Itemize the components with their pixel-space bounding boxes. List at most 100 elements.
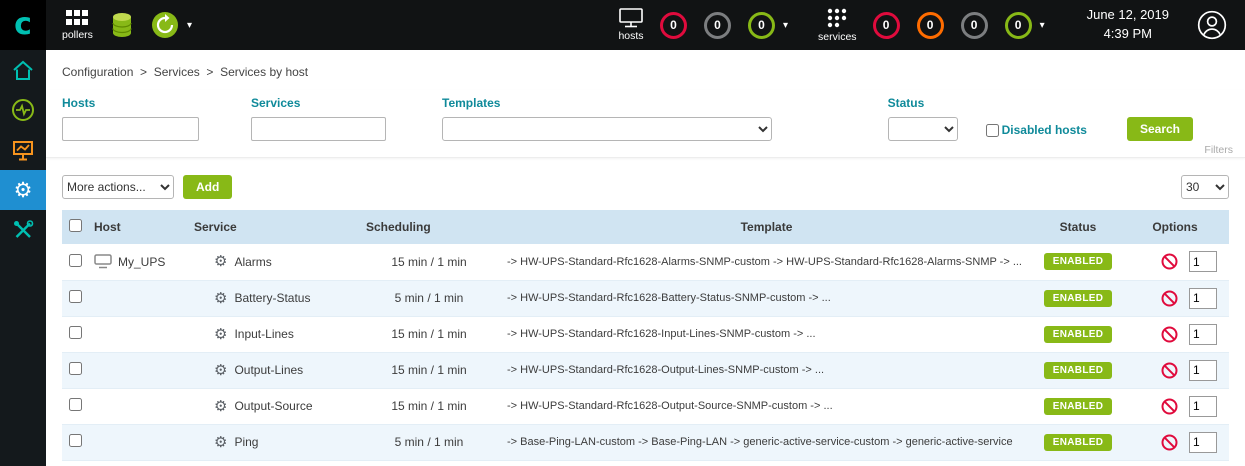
select-all-checkbox[interactable] <box>69 219 82 232</box>
services-unknown-counter[interactable]: 0 <box>961 12 988 39</box>
order-input[interactable] <box>1189 396 1217 417</box>
status-badge: ENABLED <box>1044 362 1112 379</box>
order-input[interactable] <box>1189 251 1217 272</box>
order-input[interactable] <box>1189 324 1217 345</box>
database-status[interactable] <box>111 12 133 38</box>
platform-sync-menu[interactable]: ▾ <box>151 11 192 39</box>
sync-icon <box>151 11 179 39</box>
hosts-up-counter[interactable]: 0 <box>748 12 775 39</box>
status-filter-label: Status <box>888 96 958 110</box>
search-button[interactable]: Search <box>1127 117 1193 141</box>
header-host[interactable]: Host <box>88 210 188 244</box>
service-name[interactable]: Output-Source <box>234 399 312 413</box>
chevron-down-icon[interactable]: ▾ <box>187 20 192 31</box>
table-row: ⚙ Ping 5 min / 1 min -> Base-Ping-LAN-cu… <box>62 424 1229 460</box>
services-warning-counter[interactable]: 0 <box>917 12 944 39</box>
header-status[interactable]: Status <box>1035 210 1121 244</box>
actions-row: More actions... Add 30 <box>46 158 1245 210</box>
services-filter-input[interactable] <box>251 117 386 141</box>
disable-icon[interactable] <box>1161 398 1178 415</box>
sidebar-item-home[interactable] <box>0 50 46 90</box>
hosts-down-counter[interactable]: 0 <box>660 12 687 39</box>
service-gear-icon: ⚙ <box>214 363 227 378</box>
services-menu[interactable]: services <box>818 7 857 43</box>
table-row: ⚙ Battery-Status 5 min / 1 min -> HW-UPS… <box>62 280 1229 316</box>
main-content: ConfigurationServicesServices by host Ho… <box>46 50 1245 466</box>
hosts-filter-input[interactable] <box>62 117 199 141</box>
breadcrumb-configuration[interactable]: Configuration <box>62 65 154 79</box>
more-actions-select[interactable]: More actions... <box>62 175 174 199</box>
disabled-hosts-checkbox[interactable] <box>986 124 999 137</box>
template-cell: -> HW-UPS-Standard-Rfc1628-Battery-Statu… <box>498 280 1035 316</box>
page-size-select[interactable]: 30 <box>1181 175 1229 199</box>
hosts-filter-label: Hosts <box>62 96 199 110</box>
service-name[interactable]: Output-Lines <box>234 363 303 377</box>
status-badge: ENABLED <box>1044 326 1112 343</box>
filters-caption: Filters <box>1204 144 1233 156</box>
services-label: services <box>818 31 857 43</box>
disable-icon[interactable] <box>1161 362 1178 379</box>
header-scheduling[interactable]: Scheduling <box>360 210 498 244</box>
scheduling-cell: 5 min / 1 min <box>360 424 498 460</box>
scheduling-cell: 15 min / 1 min <box>360 352 498 388</box>
hosts-unreachable-counter[interactable]: 0 <box>704 12 731 39</box>
table-row: ⚙ Input-Lines 15 min / 1 min -> HW-UPS-S… <box>62 316 1229 352</box>
hosts-icon <box>618 8 644 28</box>
templates-filter-select[interactable] <box>442 117 772 141</box>
service-name[interactable]: Input-Lines <box>234 327 293 341</box>
service-gear-icon: ⚙ <box>214 435 227 450</box>
reporting-chart-icon <box>12 139 34 161</box>
order-input[interactable] <box>1189 288 1217 309</box>
services-critical-count: 0 <box>883 18 890 32</box>
status-filter-select[interactable] <box>888 117 958 141</box>
row-checkbox[interactable] <box>69 326 82 339</box>
service-gear-icon: ⚙ <box>214 327 227 342</box>
service-name[interactable]: Battery-Status <box>234 291 310 305</box>
disabled-hosts-label[interactable]: Disabled hosts <box>1002 123 1087 137</box>
order-input[interactable] <box>1189 360 1217 381</box>
table-row: My_UPS ⚙ Alarms 15 min / 1 min -> HW-UPS… <box>62 244 1229 280</box>
pollers-menu[interactable]: pollers <box>62 9 93 41</box>
status-badge: ENABLED <box>1044 253 1112 270</box>
centreon-logo[interactable]: c <box>0 0 46 50</box>
hosts-status-counters: 0 0 0 ▾ <box>660 12 788 39</box>
services-ok-counter[interactable]: 0 <box>1005 12 1032 39</box>
chevron-down-icon[interactable]: ▾ <box>783 20 788 31</box>
services-filter-label: Services <box>251 96 386 110</box>
disable-icon[interactable] <box>1161 326 1178 343</box>
add-button[interactable]: Add <box>183 175 232 199</box>
sidebar-item-configuration[interactable]: ⚙ <box>0 170 46 210</box>
disable-icon[interactable] <box>1161 434 1178 451</box>
template-cell: -> HW-UPS-Standard-Rfc1628-Alarms-SNMP-c… <box>498 244 1035 280</box>
row-checkbox[interactable] <box>69 362 82 375</box>
disable-icon[interactable] <box>1161 253 1178 270</box>
tools-icon <box>12 219 34 241</box>
sidebar-item-monitoring[interactable] <box>0 90 46 130</box>
clock: June 12, 2019 4:39 PM <box>1087 6 1169 44</box>
chevron-down-icon[interactable]: ▾ <box>1040 20 1045 31</box>
sidebar-item-reporting[interactable] <box>0 130 46 170</box>
order-input[interactable] <box>1189 432 1217 453</box>
hosts-menu[interactable]: hosts <box>618 8 644 42</box>
disable-icon[interactable] <box>1161 290 1178 307</box>
row-checkbox[interactable] <box>69 290 82 303</box>
header-service[interactable]: Service <box>188 210 360 244</box>
service-name[interactable]: Alarms <box>234 255 271 269</box>
user-menu[interactable] <box>1197 10 1227 40</box>
template-cell: -> HW-UPS-Standard-Rfc1628-Output-Source… <box>498 388 1035 424</box>
service-table-body: My_UPS ⚙ Alarms 15 min / 1 min -> HW-UPS… <box>62 244 1229 460</box>
row-checkbox[interactable] <box>69 254 82 267</box>
row-checkbox[interactable] <box>69 434 82 447</box>
breadcrumb-services[interactable]: Services <box>154 65 220 79</box>
service-name[interactable]: Ping <box>234 435 258 449</box>
home-icon <box>12 60 34 81</box>
header-template[interactable]: Template <box>498 210 1035 244</box>
breadcrumb-services-by-host: Services by host <box>220 65 308 79</box>
row-checkbox[interactable] <box>69 398 82 411</box>
monitoring-pulse-icon <box>11 98 35 122</box>
hosts-down-count: 0 <box>670 18 677 32</box>
sidebar-item-administration[interactable] <box>0 210 46 250</box>
host-name[interactable]: My_UPS <box>118 255 165 269</box>
services-critical-counter[interactable]: 0 <box>873 12 900 39</box>
services-ok-count: 0 <box>1015 18 1022 32</box>
